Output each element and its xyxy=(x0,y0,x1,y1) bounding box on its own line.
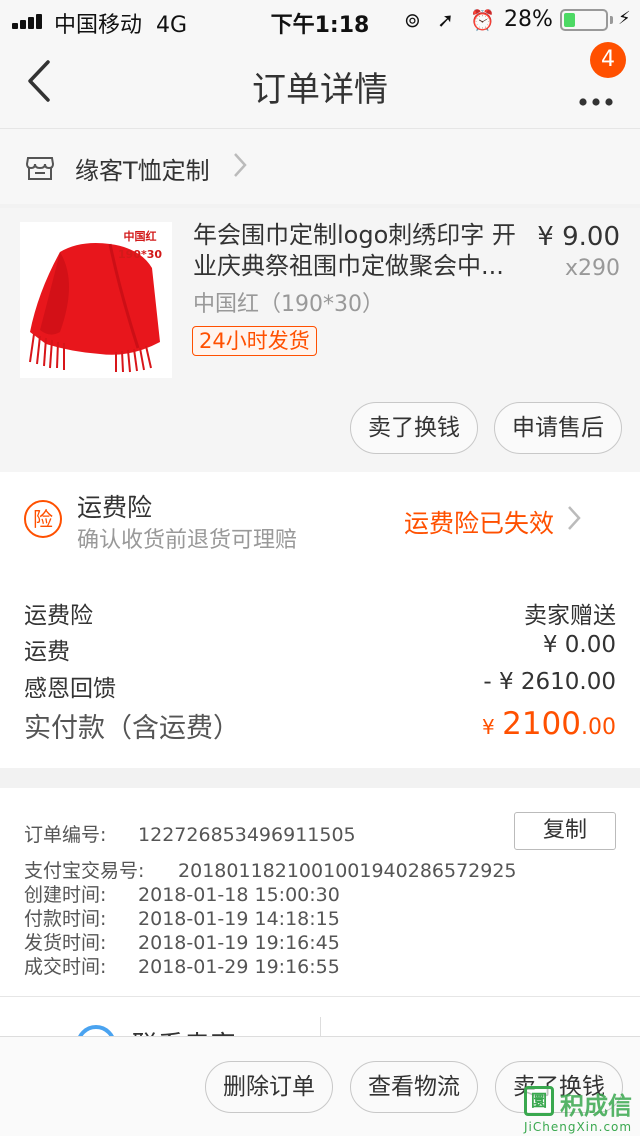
insurance-status: 运费险已失效 xyxy=(404,509,555,538)
paid-label: 付款时间: xyxy=(24,908,107,930)
alipay-label: 支付宝交易号: xyxy=(24,860,145,882)
fee-value: - ¥ 2610.00 xyxy=(483,669,616,695)
battery-icon xyxy=(560,9,608,31)
shipped-time: 2018-01-19 19:16:45 xyxy=(138,932,340,954)
insurance-subtitle: 确认收货前退货可理赔 xyxy=(77,528,298,553)
copy-button[interactable]: 复制 xyxy=(514,812,616,850)
product-sku: 中国红（190*30） xyxy=(193,292,384,317)
fee-row: 感恩回馈 - ¥ 2610.00 xyxy=(24,669,616,703)
battery-percent: 28% xyxy=(504,7,553,32)
divider xyxy=(320,1017,321,1036)
shipped-label: 发货时间: xyxy=(24,932,107,954)
product-quantity: x290 xyxy=(564,256,620,281)
fee-value: ¥ 0.00 xyxy=(542,632,616,658)
battery-fill xyxy=(564,13,575,27)
alarm-icon: ⏰ xyxy=(470,8,496,32)
orientation-lock-icon: ⊚ xyxy=(404,8,421,32)
location-icon: ➚ xyxy=(437,8,454,32)
watermark: 圜 积成信 JiChengXin.com xyxy=(520,1082,638,1134)
contact-seller-label: 联系卖家 xyxy=(132,1025,236,1036)
insurance-icon: 险 xyxy=(24,500,62,538)
product-card: 中国红 190*30 年会围巾定制logo刺绣印字 开业庆典祭祖围巾定做聚会中.… xyxy=(0,208,640,472)
order-number: 122726853496911505 xyxy=(138,824,356,846)
order-number-line: 订单编号: 122726853496911505 xyxy=(24,820,356,847)
chevron-right-icon xyxy=(568,506,581,530)
done-line: 成交时间: 2018-01-29 19:16:55 xyxy=(24,952,340,979)
fee-row: 运费险 卖家赠送 xyxy=(24,596,616,630)
fee-label: 运费 xyxy=(24,639,70,665)
done-label: 成交时间: xyxy=(24,956,107,978)
chevron-right-icon xyxy=(234,153,247,177)
shop-icon xyxy=(25,157,55,180)
order-info: 订单编号: 122726853496911505 复制 支付宝交易号: 2018… xyxy=(0,788,640,996)
fee-label: 运费险 xyxy=(24,603,93,629)
alipay-line: 支付宝交易号: 2018011821001001940286572925 xyxy=(24,856,517,883)
page-title: 订单详情 xyxy=(252,70,388,110)
product-image[interactable]: 中国红 190*30 xyxy=(20,222,172,378)
view-logistics-button[interactable]: 查看物流 xyxy=(350,1061,478,1113)
charging-icon: ⚡ xyxy=(618,8,631,29)
status-bar: 中国移动 4G 下午1:18 ⊚ ➚ ⏰ 28% ⚡ xyxy=(0,0,640,40)
image-tag: 中国红 190*30 xyxy=(118,228,162,264)
total-row: 实付款（含运费） ¥ 2100.00 xyxy=(24,706,616,746)
watermark-url: JiChengXin.com xyxy=(524,1120,633,1134)
notification-badge: 4 xyxy=(590,42,626,78)
total-amount: ¥ 2100.00 xyxy=(482,706,616,742)
fee-row: 运费 ¥ 0.00 xyxy=(24,632,616,666)
fee-label: 感恩回馈 xyxy=(24,676,116,702)
image-tag-color: 中国红 xyxy=(123,230,157,243)
shipping-tag: 24小时发货 xyxy=(192,326,317,356)
nav-bar: 订单详情 4 xyxy=(0,40,640,128)
paid-time: 2018-01-19 14:18:15 xyxy=(138,908,340,930)
created-time: 2018-01-18 15:00:30 xyxy=(138,884,340,906)
created-line: 创建时间: 2018-01-18 15:00:30 xyxy=(24,880,340,907)
shop-row[interactable]: 缘客T恤定制 xyxy=(0,128,640,204)
delete-order-button[interactable]: 删除订单 xyxy=(205,1061,333,1113)
paid-line: 付款时间: 2018-01-19 14:18:15 xyxy=(24,904,340,931)
total-label: 实付款（含运费） xyxy=(24,713,240,744)
status-icons: ⊚ ➚ ⏰ xyxy=(404,8,495,32)
after-sale-button[interactable]: 申请售后 xyxy=(494,402,622,454)
product-title[interactable]: 年会围巾定制logo刺绣印字 开业庆典祭祖围巾定做聚会中... xyxy=(193,220,523,282)
image-tag-size: 190*30 xyxy=(118,248,163,261)
insurance-title: 运费险 xyxy=(77,493,153,522)
battery-cap xyxy=(610,16,613,24)
total-currency: ¥ xyxy=(482,715,495,739)
fee-summary: 运费险 卖家赠送 运费 ¥ 0.00 感恩回馈 - ¥ 2610.00 实付款（… xyxy=(0,570,640,768)
watermark-name: 积成信 xyxy=(560,1092,632,1120)
shop-name: 缘客T恤定制 xyxy=(75,157,210,185)
order-number-label: 订单编号: xyxy=(24,824,107,846)
sell-button[interactable]: 卖了换钱 xyxy=(350,402,478,454)
created-label: 创建时间: xyxy=(24,884,107,906)
chat-icon xyxy=(76,1025,116,1036)
shipping-insurance-row[interactable]: 险 运费险 确认收货前退货可理赔 运费险已失效 xyxy=(0,472,640,570)
total-decimal: .00 xyxy=(581,715,616,740)
shipped-line: 发货时间: 2018-01-19 19:16:45 xyxy=(24,928,340,955)
total-integer: 2100 xyxy=(502,706,581,742)
done-time: 2018-01-29 19:16:55 xyxy=(138,956,340,978)
product-price: ¥ 9.00 xyxy=(537,222,620,252)
watermark-logo: 圜 xyxy=(524,1086,554,1116)
alipay-number: 2018011821001001940286572925 xyxy=(178,860,517,882)
contact-seller-row[interactable]: 联系卖家 xyxy=(0,996,640,1036)
fee-value: 卖家赠送 xyxy=(524,603,616,629)
